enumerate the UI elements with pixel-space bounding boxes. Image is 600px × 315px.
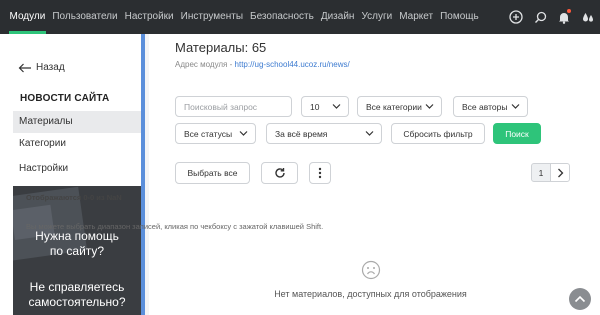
module-address-label: Адрес модуля - [175,60,233,69]
help-promo-card[interactable]: Нужна помощь по сайту? Не справляетесь с… [13,186,141,315]
search-icon[interactable] [528,0,552,34]
reset-filter-button[interactable]: Сбросить фильтр [391,123,485,144]
category-select[interactable]: Все категории [357,96,442,117]
chevron-down-icon [332,104,341,109]
nav-item-design[interactable]: Дизайн [317,0,358,34]
help-line-4: самостоятельно? [28,295,126,309]
add-circle-icon[interactable] [504,0,528,34]
nav-item-users[interactable]: Пользователи [49,0,121,34]
sad-face-icon [361,260,381,285]
top-icons [504,0,600,34]
chevron-down-icon [365,131,374,136]
sidebar-item-settings[interactable]: Настройки [13,158,141,180]
select-all-button[interactable]: Выбрать все [175,162,250,184]
author-value: Все авторы [462,101,508,112]
sidebar-section-title: НОВОСТИ САЙТА [20,93,110,104]
chevron-up-icon [574,295,586,303]
back-link[interactable]: Назад [18,62,65,73]
sidebar-item-materials[interactable]: Материалы [13,111,141,133]
drops-icon[interactable] [576,0,600,34]
empty-state-text: Нет материалов, доступных для отображени… [274,289,467,299]
nav-item-services[interactable]: Услуги [358,0,396,34]
search-query-input[interactable]: Поисковый запрос [175,96,292,117]
pager-next-button[interactable] [550,163,570,182]
sidebar-item-categories[interactable]: Категории [13,133,141,155]
chevron-down-icon [511,104,520,109]
period-value: За всё время [275,128,328,139]
module-address: Адрес модуля - http://ug-school44.ucoz.r… [175,60,350,69]
help-line-2: по сайту? [49,244,105,258]
main-menu: Модули Пользователи Настройки Инструмент… [6,0,482,34]
pager-current-page[interactable]: 1 [531,163,551,182]
chevron-down-icon [239,131,248,136]
page-title: Материалы: 65 [175,40,267,55]
help-line-3: Не справляетесь [29,280,125,294]
chevron-right-icon [557,168,563,177]
search-button[interactable]: Поиск [493,123,541,144]
help-line-1: Нужна помощь [35,229,119,243]
status-value: Все статусы [184,128,233,139]
category-value: Все категории [366,101,422,112]
status-select[interactable]: Все статусы [175,123,256,144]
scroll-to-top-button[interactable] [569,288,591,310]
author-select[interactable]: Все авторы [453,96,528,117]
refresh-icon [274,168,285,178]
per-page-select[interactable]: 10 [301,96,349,117]
nav-item-tools[interactable]: Инструменты [177,0,246,34]
shown-count-text: Отображаются 0-0 из NaN [26,193,122,202]
more-actions-button[interactable] [309,162,331,184]
nav-item-help[interactable]: Помощь [437,0,483,34]
notification-dot [567,9,571,13]
nav-item-market[interactable]: Маркет [396,0,437,34]
module-address-link[interactable]: http://ug-school44.ucoz.ru/news/ [235,60,350,69]
more-vertical-icon [318,167,322,179]
refresh-button[interactable] [261,162,298,184]
nav-item-security[interactable]: Безопасность [247,0,318,34]
selection-hint-text: Вы можете выбрать диапазон записей, клик… [26,222,324,231]
back-label: Назад [36,62,65,73]
chevron-down-icon [425,104,434,109]
top-navigation-bar: Модули Пользователи Настройки Инструмент… [0,0,600,34]
nav-item-modules[interactable]: Модули [6,0,49,34]
bell-icon[interactable] [552,0,576,34]
arrow-left-icon [18,63,31,72]
period-select[interactable]: За всё время [266,123,382,144]
per-page-value: 10 [310,101,320,112]
nav-item-settings[interactable]: Настройки [121,0,177,34]
